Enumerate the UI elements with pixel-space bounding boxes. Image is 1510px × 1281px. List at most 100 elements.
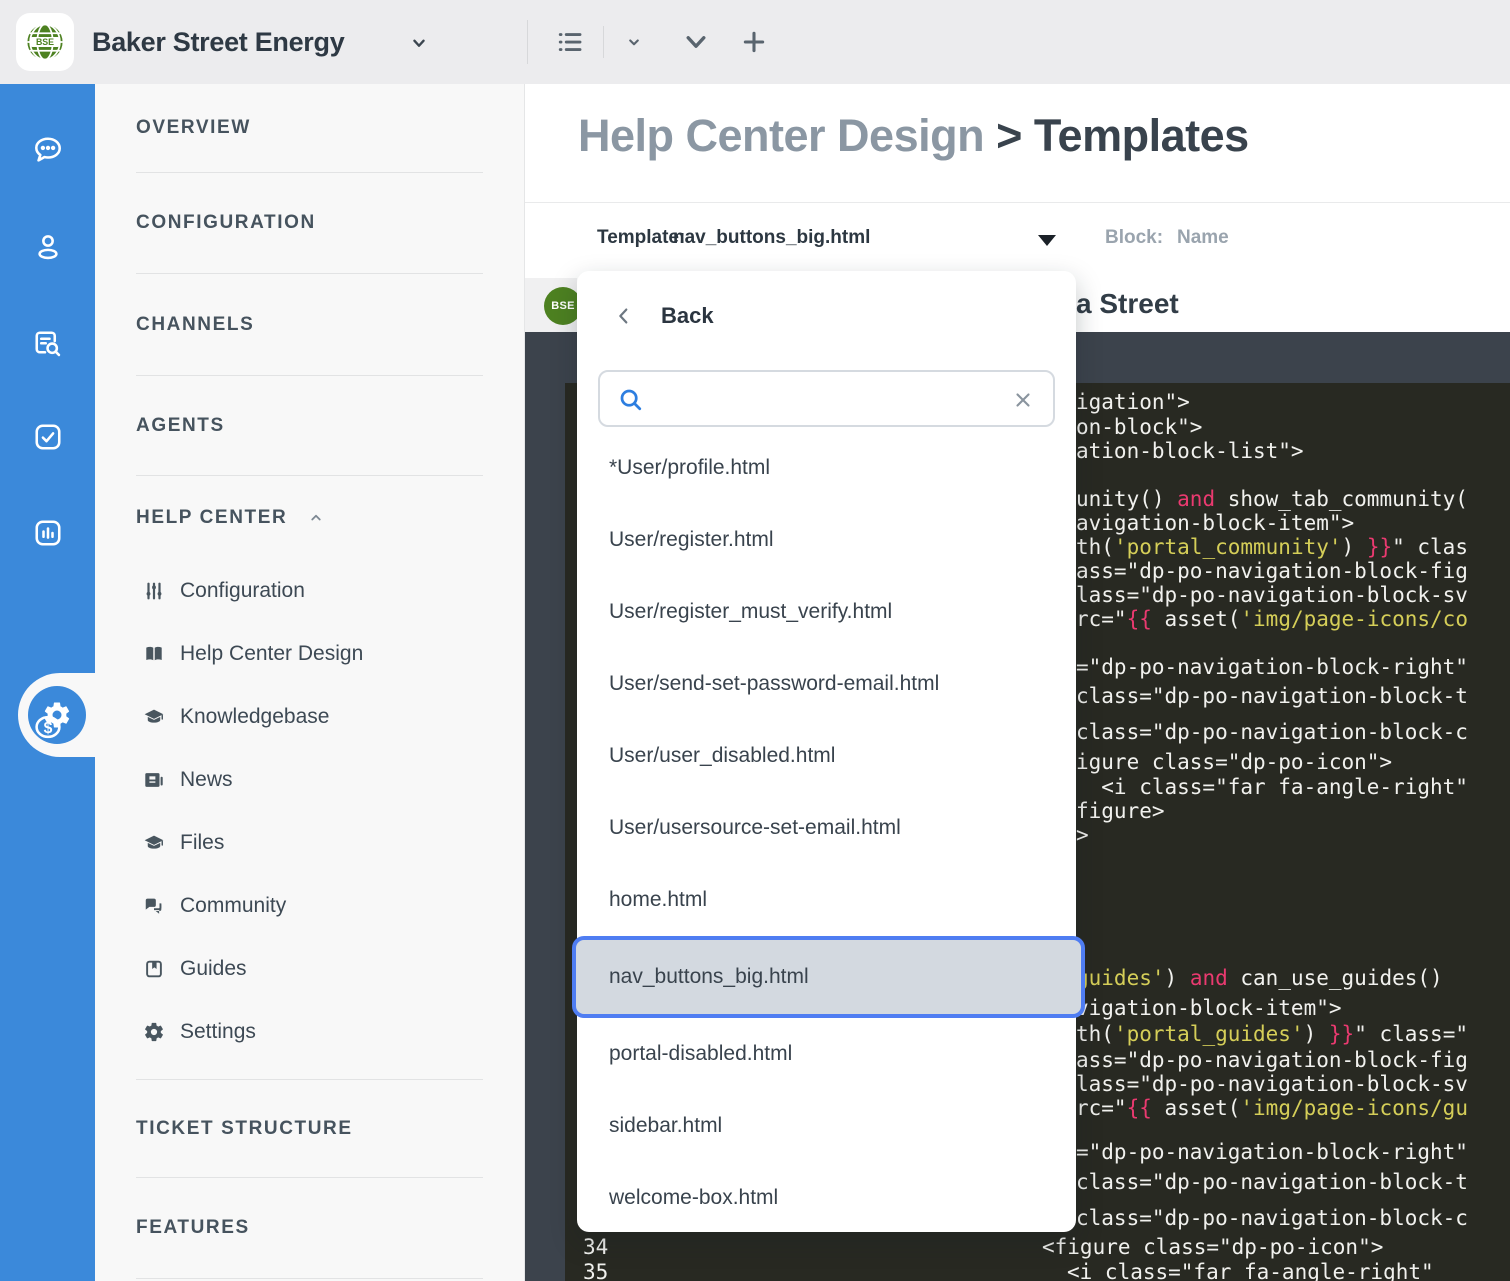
sidebar-section-agents: AGENTS (95, 376, 524, 475)
code-line: class="dp-po-navigation-block-t (1076, 684, 1468, 709)
code-line: lass="dp-po-navigation-block-sv (1076, 583, 1468, 608)
sidebar-item-label: Help Center Design (180, 642, 363, 666)
breadcrumb-separator: > (984, 110, 1034, 161)
topbar-divider (527, 20, 528, 64)
brand-name[interactable]: Baker Street Energy (92, 0, 344, 84)
search-icon (616, 385, 646, 415)
sidebar-item-guides[interactable]: Guides (95, 937, 524, 1000)
conversations-icon[interactable] (0, 118, 95, 182)
sidebar-item-label: Knowledgebase (180, 705, 329, 729)
add-plus-icon[interactable] (732, 20, 776, 64)
sidebar-section-label: HELP CENTER (136, 507, 287, 529)
breadcrumb-parent: Help Center Design (578, 110, 984, 161)
template-option[interactable]: welcome-box.html (577, 1162, 1076, 1234)
back-label: Back (661, 303, 714, 329)
template-option[interactable]: User/register_must_verify.html (577, 576, 1076, 648)
template-select-value[interactable]: nav_buttons_big.html (673, 227, 870, 249)
code-line: ass="dp-po-navigation-block-fig (1076, 1048, 1468, 1073)
top-bar: BSE Baker Street Energy (0, 0, 1510, 84)
code-line: class="dp-po-navigation-block-t (1076, 1170, 1468, 1195)
sidebar-item-configuration[interactable]: Configuration (95, 559, 524, 622)
code-line: ass="dp-po-navigation-block-fig (1076, 559, 1468, 584)
template-option[interactable]: User/usersource-set-email.html (577, 792, 1076, 864)
preview-left-column (525, 332, 565, 1281)
code-line: th('portal_community') }}" clas (1076, 535, 1468, 560)
list-view-icon[interactable] (548, 20, 592, 64)
template-option[interactable]: User/user_disabled.html (577, 720, 1076, 792)
sidebar-item-label: Files (180, 831, 224, 855)
code-line: rc="{{ asset('img/page-icons/gu (1076, 1096, 1468, 1121)
chevron-up-icon (307, 509, 325, 527)
billing-icon[interactable]: $ (0, 695, 95, 759)
code-line: <i class="far fa-angle-right" (1076, 775, 1468, 800)
sidebar-item-files[interactable]: Files (95, 811, 524, 874)
code-line: <i class="far fa-angle-right" (1067, 1260, 1434, 1281)
sidebar-section-header[interactable]: CHANNELS (95, 274, 524, 375)
globe-icon: BSE (23, 20, 67, 64)
sidebar-item-settings[interactable]: Settings (95, 1000, 524, 1063)
template-search-box[interactable] (598, 370, 1055, 427)
sidebar-item-label: News (180, 768, 233, 792)
sidebar-section-label: TICKET STRUCTURE (136, 1118, 353, 1140)
search-input[interactable] (656, 378, 990, 420)
template-option-selected[interactable]: nav_buttons_big.html (572, 936, 1085, 1018)
template-option[interactable]: *User/profile.html (577, 432, 1076, 504)
template-option[interactable]: sidebar.html (577, 1090, 1076, 1162)
sidebar-item-help-center-design[interactable]: Help Center Design (95, 622, 524, 685)
help-center-items: Configuration Help Center Design Knowledge… (95, 559, 524, 1079)
sidebar-item-knowledgebase[interactable]: Knowledgebase (95, 685, 524, 748)
template-caret-down-icon[interactable] (1038, 235, 1056, 246)
brand-chevron-down-icon[interactable] (408, 32, 430, 54)
grad-cap-icon (142, 831, 166, 855)
sidebar-item-label: Settings (180, 1020, 256, 1044)
code-line: class="dp-po-navigation-block-c (1076, 720, 1468, 745)
clear-search-icon[interactable] (1011, 388, 1035, 412)
collapse-chevron-down-icon[interactable] (674, 20, 718, 64)
dropdown-back-button[interactable]: Back (577, 271, 1076, 361)
brand-logo[interactable]: BSE (16, 13, 74, 71)
small-chevron-down-icon[interactable] (612, 20, 656, 64)
sidebar-divider (136, 1278, 483, 1279)
code-line: th('portal_guides') }}" class=" (1076, 1022, 1468, 1047)
template-list: *User/profile.htmlUser/register.htmlUser… (577, 432, 1076, 1234)
template-option[interactable]: home.html (577, 864, 1076, 936)
book-icon (142, 642, 166, 666)
code-line: on-block"> (1076, 415, 1202, 440)
sidebar-item-community[interactable]: Community (95, 874, 524, 937)
sidebar-section-header[interactable]: OVERVIEW (95, 84, 524, 172)
contacts-icon[interactable] (0, 215, 95, 279)
sidebar-section-label: AGENTS (136, 415, 225, 437)
sidebar-section-overview: OVERVIEW (95, 84, 524, 172)
breadcrumb-current: Templates (1034, 110, 1249, 161)
template-option[interactable]: User/send-set-password-email.html (577, 648, 1076, 720)
sidebar-item-news[interactable]: News (95, 748, 524, 811)
sidebar-section-header[interactable]: CONFIGURATION (95, 173, 524, 273)
reports-icon[interactable] (0, 501, 95, 565)
search-document-icon[interactable] (0, 312, 95, 376)
sidebar-section-header[interactable]: HELP CENTER (95, 476, 524, 559)
sidebar-section-configuration: CONFIGURATION (95, 173, 524, 273)
block-label: Block: (1105, 227, 1163, 249)
main-panel: Help Center Design > Templates Template:… (525, 84, 1510, 1281)
svg-text:$: $ (43, 720, 52, 737)
sidebar-item-label: Guides (180, 957, 247, 981)
sidebar-section-channels: CHANNELS (95, 274, 524, 375)
code-line: lass="dp-po-navigation-block-sv (1076, 1072, 1468, 1097)
block-select-value[interactable]: Name (1177, 227, 1229, 249)
gear-icon (142, 1020, 166, 1044)
sidebar-section-header[interactable]: AGENTS (95, 376, 524, 475)
code-line: rc="{{ asset('img/page-icons/co (1076, 607, 1468, 632)
sidebar-section-label: CHANNELS (136, 314, 254, 336)
code-line: avigation-block-item"> (1076, 511, 1354, 536)
tasks-icon[interactable] (0, 405, 95, 469)
sidebar-section-header[interactable]: FEATURES (95, 1178, 524, 1278)
sidebar-section-features: FEATURES (95, 1178, 524, 1278)
sidebar-section-label: OVERVIEW (136, 117, 251, 139)
page-header: Help Center Design > Templates (525, 84, 1510, 203)
template-option[interactable]: portal-disabled.html (577, 1018, 1076, 1090)
sidebar-section-header[interactable]: TICKET STRUCTURE (95, 1080, 524, 1177)
code-line: ation-block-list"> (1076, 439, 1304, 464)
template-option[interactable]: User/register.html (577, 504, 1076, 576)
code-line: ="dp-po-navigation-block-right" (1076, 1140, 1468, 1165)
svg-text:BSE: BSE (36, 37, 54, 47)
